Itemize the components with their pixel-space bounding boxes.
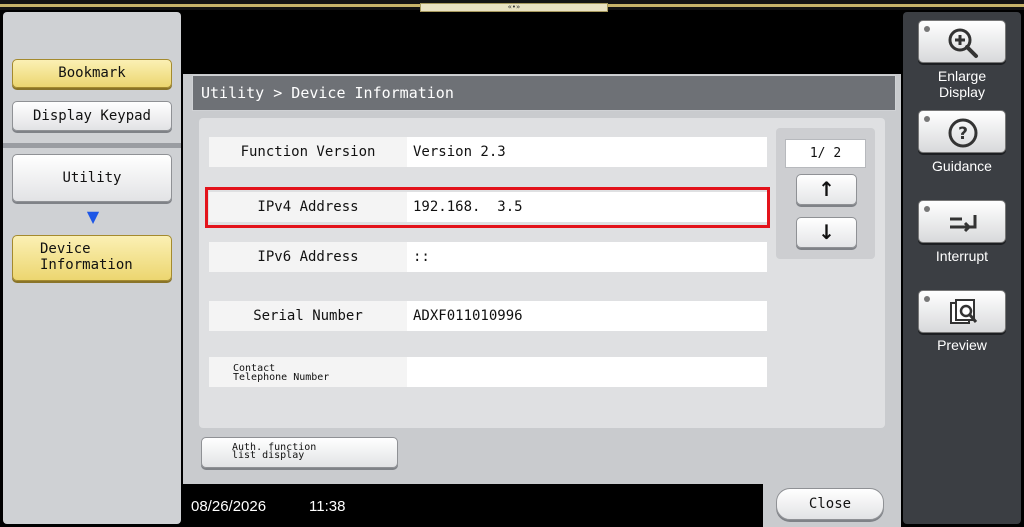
arrow-down-icon: ▼ <box>86 207 100 226</box>
bookmark-button[interactable]: Bookmark <box>12 59 172 88</box>
interrupt-label: Interrupt <box>935 248 989 264</box>
dialog-title: Utility > Device Information <box>192 75 896 111</box>
ipv6-address-label: IPv6 Address <box>209 242 407 272</box>
arrow-down-icon: ↓ <box>818 220 835 244</box>
question-icon: ? <box>948 118 978 148</box>
enlarge-display-label: Enlarge Display <box>906 68 1018 100</box>
panel-toggle-tab[interactable]: «•» <box>420 3 608 12</box>
status-date: 08/26/2026 <box>191 498 267 515</box>
ipv4-highlight-box <box>205 187 770 228</box>
contact-telephone-label-line2: Telephone Number <box>233 372 330 383</box>
utility-button[interactable]: Utility <box>12 154 172 202</box>
indicator-dot <box>924 206 930 212</box>
device-information-label-line2: Information <box>40 257 133 273</box>
status-time: 11:38 <box>309 498 346 515</box>
indicator-dot <box>924 296 930 302</box>
auth-function-list-button[interactable]: Auth. function list display <box>201 437 398 468</box>
preview-icon <box>950 299 978 324</box>
arrow-up-icon: ↑ <box>818 177 835 201</box>
enlarge-label-line1: Enlarge <box>937 68 987 84</box>
contact-telephone-label: Contact Telephone Number <box>209 357 407 387</box>
ipv6-address-value: :: <box>407 242 767 272</box>
device-information-button[interactable]: Device Information <box>12 235 172 281</box>
guidance-label: Guidance <box>932 158 992 174</box>
zoom-in-icon <box>948 28 978 58</box>
contact-telephone-value <box>407 357 767 387</box>
serial-number-value: ADXF011010996 <box>407 301 767 331</box>
status-bar: 08/26/2026 11:38 <box>183 484 763 527</box>
page-indicator: 1/ 2 <box>785 139 866 168</box>
page-up-button[interactable]: ↑ <box>796 174 857 205</box>
page-down-button[interactable]: ↓ <box>796 217 857 248</box>
serial-number-label: Serial Number <box>209 301 407 331</box>
header-area <box>183 12 901 74</box>
enlarge-display-button[interactable] <box>918 20 1006 63</box>
display-keypad-button[interactable]: Display Keypad <box>12 101 172 131</box>
svg-text:?: ? <box>958 124 968 144</box>
device-information-label-line1: Device <box>40 241 91 257</box>
function-version-label: Function Version <box>209 137 407 167</box>
enlarge-label-line2: Display <box>939 84 985 100</box>
interrupt-icon <box>950 215 977 233</box>
left-panel-divider <box>3 143 181 148</box>
preview-label: Preview <box>937 337 987 353</box>
indicator-dot <box>924 116 930 122</box>
preview-button[interactable] <box>918 290 1006 333</box>
auth-function-label-line2: list display <box>232 450 305 461</box>
function-version-value: Version 2.3 <box>407 137 767 167</box>
interrupt-button[interactable] <box>918 200 1006 243</box>
guidance-button[interactable]: ? <box>918 110 1006 153</box>
close-button[interactable]: Close <box>776 488 884 520</box>
indicator-dot <box>924 26 930 32</box>
